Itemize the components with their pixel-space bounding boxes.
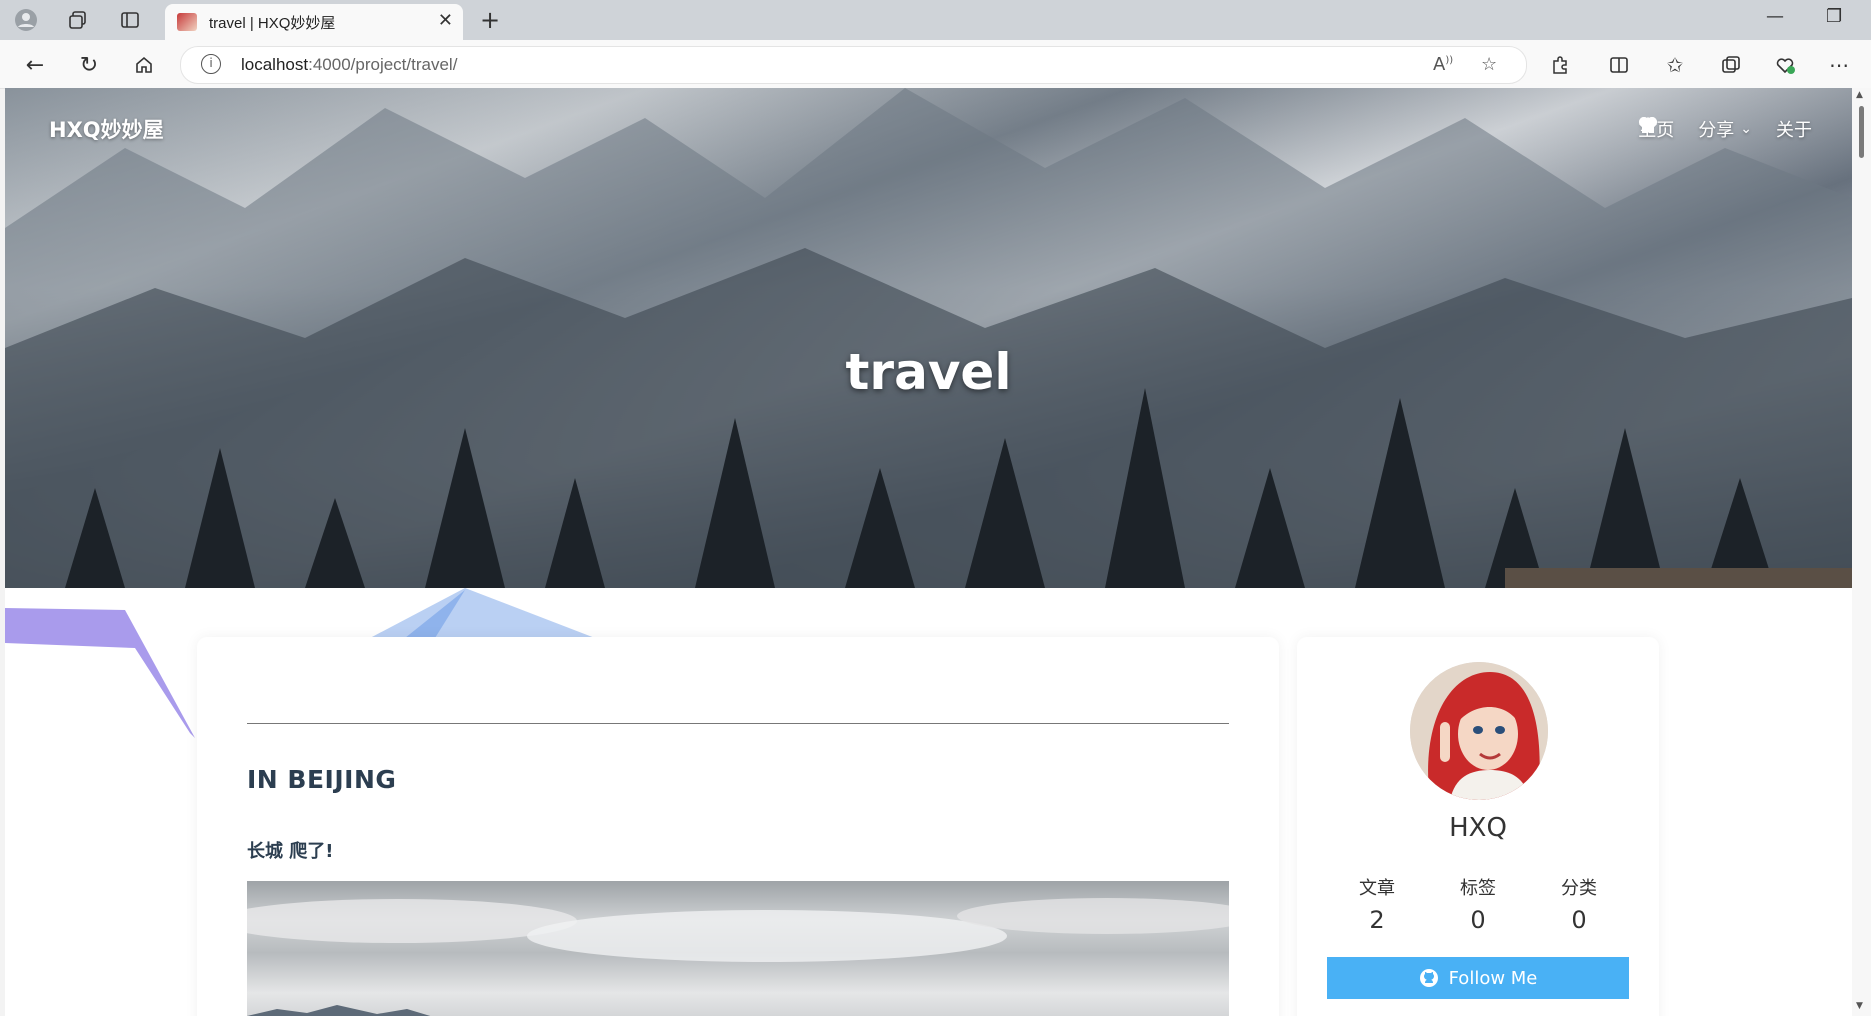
new-tab-icon[interactable]: + [480,6,500,34]
scroll-down-arrow-icon[interactable]: ▼ [1856,1001,1863,1011]
home-browser-icon[interactable] [131,52,157,78]
tab-favicon-icon [177,13,197,31]
site-nav: 主页 分享 ⌄ 关于 [1638,116,1812,142]
workspaces-icon[interactable] [66,8,90,32]
collections-icon[interactable] [1718,52,1744,78]
back-icon[interactable]: ← [22,52,48,78]
profile-card: HXQ 文章 2 标签 0 分类 0 Follow Me [1297,637,1659,1016]
url-host: localhost [241,55,309,74]
url-field[interactable]: i localhost:4000/project/travel/ A)) ☆ [180,46,1527,84]
github-icon [1419,969,1438,987]
extensions-icon[interactable] [1547,52,1573,78]
mountain-image [5,88,1852,588]
post-card: IN BEIJING 长城 爬了! [197,637,1279,1016]
profile-name: HXQ [1449,813,1507,843]
stat-value: 2 [1369,906,1385,934]
stat-label: 标签 [1460,878,1496,899]
nav-item-share[interactable]: 分享 ⌄ [1639,116,1752,142]
favorite-star-icon[interactable]: ☆ [1481,54,1497,75]
page-scrollbar[interactable]: ▲ ▼ [1852,88,1871,1016]
profile-icon[interactable] [14,8,38,32]
nav-label-about: 关于 [1776,120,1812,141]
stat-categories[interactable]: 分类 0 [1529,874,1629,934]
scroll-thumb[interactable] [1859,106,1864,158]
read-aloud-icon[interactable]: A)) [1433,54,1453,75]
stat-articles[interactable]: 文章 2 [1327,874,1427,934]
minimize-icon[interactable]: — [1766,6,1784,27]
vertical-tabs-icon[interactable] [118,8,142,32]
post-heading: IN BEIJING [247,765,397,794]
stat-value: 0 [1571,906,1587,934]
page-title: travel [845,343,1012,401]
follow-me-label: Follow Me [1448,967,1538,989]
site-info-icon[interactable]: i [201,54,221,74]
restore-icon[interactable]: ❐ [1826,6,1842,27]
heart-icon [1639,117,1658,133]
favorites-icon[interactable]: ✩ [1662,52,1688,78]
profile-stats: 文章 2 标签 0 分类 0 [1327,874,1629,934]
browser-tab-bar: travel | HXQ妙妙屋 ✕ + — ❐ [0,0,1871,40]
page-viewport: HXQ妙妙屋 主页 分享 ⌄ 关于 travel IN BEIJING 长城 爬… [5,88,1852,1016]
tab-title: travel | HXQ妙妙屋 [209,15,336,32]
tab-close-icon[interactable]: ✕ [438,10,453,31]
post-subheading: 长城 爬了! [247,841,334,862]
stat-label: 分类 [1561,878,1597,899]
follow-me-button[interactable]: Follow Me [1327,957,1629,999]
stat-label: 文章 [1359,878,1395,899]
nav-label-share: 分享 [1698,120,1735,141]
address-bar-row: ← ↻ i localhost:4000/project/travel/ A))… [0,40,1871,89]
post-image-great-wall [247,881,1229,1016]
more-menu-icon[interactable]: ⋯ [1826,52,1852,78]
url-path: :4000/project/travel/ [308,55,458,74]
site-brand[interactable]: HXQ妙妙屋 [49,114,164,144]
avatar[interactable] [1410,662,1548,800]
split-screen-icon[interactable] [1606,52,1632,78]
stat-tags[interactable]: 标签 0 [1428,874,1528,934]
scroll-up-arrow-icon[interactable]: ▲ [1856,90,1863,100]
nav-item-about[interactable]: 关于 [1639,116,1812,142]
url-text: localhost:4000/project/travel/ [241,55,457,75]
active-tab[interactable]: travel | HXQ妙妙屋 ✕ [165,4,463,40]
browser-essentials-icon[interactable] [1772,52,1798,78]
chevron-down-icon: ⌄ [1740,121,1752,137]
post-divider [247,723,1229,724]
refresh-icon[interactable]: ↻ [76,52,102,78]
stat-value: 0 [1470,906,1486,934]
hero-banner: HXQ妙妙屋 主页 分享 ⌄ 关于 travel [5,88,1852,588]
